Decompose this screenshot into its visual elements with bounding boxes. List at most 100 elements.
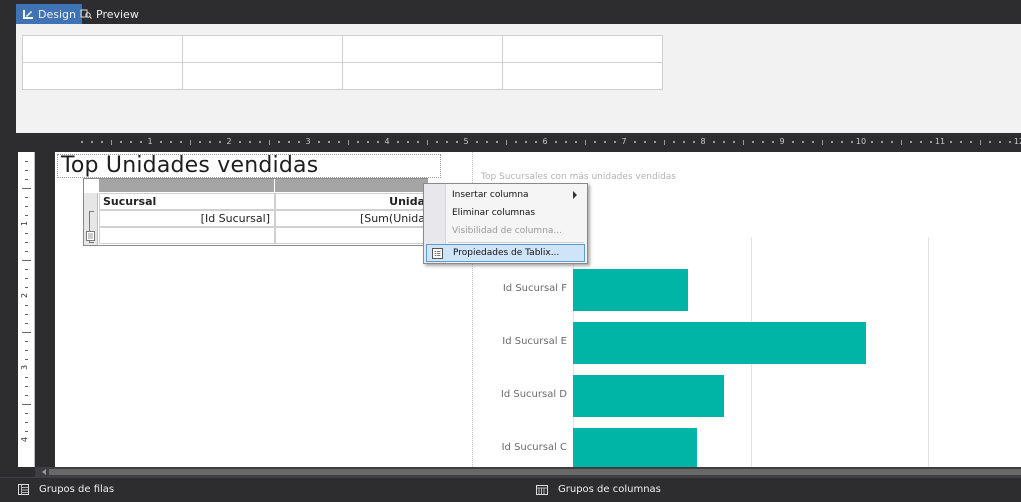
ruler-tick: [633, 141, 636, 143]
ruler-tick: [25, 431, 28, 432]
header-cell[interactable]: [502, 35, 663, 63]
scroll-left-arrow-icon[interactable]: [42, 469, 46, 475]
tab-design[interactable]: Design: [16, 4, 82, 24]
menu-item-delete-columns[interactable]: Eliminar columnas: [446, 204, 585, 222]
header-cell[interactable]: [342, 62, 503, 90]
ruler-tick: [851, 141, 854, 143]
ruler-tick: [110, 140, 112, 145]
ruler-number: 1: [147, 137, 153, 146]
header-table[interactable]: [22, 35, 663, 90]
chart-bar[interactable]: [573, 269, 689, 311]
tablix-total-cell[interactable]: [275, 227, 428, 244]
ruler-tick: [268, 140, 270, 145]
ruler-tick: [159, 141, 162, 143]
tablix-detail-cell[interactable]: [Sum(Unida: [275, 210, 428, 227]
ruler-tick: [25, 323, 28, 324]
ruler-tick: [732, 141, 735, 143]
ruler-tick: [752, 141, 755, 143]
context-menu[interactable]: Insertar columna Eliminar columnas Visib…: [423, 183, 588, 264]
tablix-header-cell[interactable]: Unida: [275, 193, 428, 210]
header-cell[interactable]: [182, 62, 343, 90]
chart-category-label: Id Sucursal F: [502, 283, 567, 294]
ruler-number: 8: [700, 137, 706, 146]
tablix-header-cell[interactable]: Sucursal: [99, 193, 275, 210]
ruler-tick: [219, 141, 222, 143]
ruler-tick: [25, 197, 28, 198]
ruler-tick: [999, 141, 1002, 143]
ruler-tick: [554, 141, 557, 143]
column-handle[interactable]: [275, 179, 428, 192]
chart-bar[interactable]: [573, 322, 866, 364]
report-title-textbox[interactable]: Top Unidades vendidas: [57, 153, 441, 178]
ruler-number: 5: [463, 137, 469, 146]
ruler-tick: [673, 141, 676, 143]
header-cell[interactable]: [22, 35, 183, 63]
ruler-tick: [25, 350, 28, 351]
ruler-tick: [515, 141, 518, 143]
page-header-canvas[interactable]: [16, 24, 1021, 133]
ruler-tick: [989, 141, 992, 143]
menu-item-label: Propiedades de Tablix...: [453, 248, 560, 258]
ruler-tick: [495, 141, 498, 143]
menu-item-label: Insertar columna: [452, 190, 529, 200]
row-groups-icon: [18, 484, 29, 495]
horizontal-scrollbar[interactable]: [35, 467, 1021, 477]
ruler-number: 2: [20, 292, 30, 299]
ruler-tick: [347, 140, 349, 145]
ruler-tick: [25, 206, 28, 207]
ruler-tick: [25, 341, 28, 342]
ruler-tick: [25, 305, 28, 306]
header-cell[interactable]: [502, 62, 663, 90]
tablix[interactable]: Sucursal Unida [Id Sucursal] [Sum(Unida: [83, 178, 428, 246]
ruler-tick: [979, 140, 981, 145]
tab-preview[interactable]: Preview: [74, 4, 145, 24]
submenu-arrow-icon: [573, 191, 577, 199]
ruler-tick: [643, 141, 646, 143]
ruler-tick: [831, 141, 834, 143]
ruler-tick: [377, 141, 380, 143]
ruler-number: 10: [855, 137, 867, 146]
menu-item-insert-column[interactable]: Insertar columna: [446, 186, 585, 204]
ruler-tick: [22, 332, 31, 333]
menu-separator: [448, 242, 584, 243]
scrollbar-thumb[interactable]: [49, 469, 1021, 475]
ruler-tick: [25, 359, 28, 360]
ruler-tick: [416, 141, 419, 143]
ruler-number: 4: [20, 436, 30, 443]
ruler-tick: [25, 287, 28, 288]
ruler-tick: [209, 141, 212, 143]
menu-item-tablix-properties[interactable]: Propiedades de Tablix...: [426, 244, 585, 262]
row-groups-pane[interactable]: Grupos de filas: [18, 484, 114, 495]
column-groups-pane[interactable]: Grupos de columnas: [536, 484, 661, 495]
ruler-tick: [772, 141, 775, 143]
ruler-tick: [890, 141, 893, 143]
chart-bar[interactable]: [573, 375, 724, 417]
ruler-tick: [910, 141, 913, 143]
ruler-tick: [1009, 141, 1012, 143]
view-tab-strip: Design Preview: [0, 0, 1021, 24]
ruler-tick: [25, 413, 28, 414]
header-cell[interactable]: [182, 35, 343, 63]
ruler-tick: [841, 141, 844, 143]
chart-bar[interactable]: [573, 428, 698, 467]
tablix-detail-cell[interactable]: [Id Sucursal]: [99, 210, 275, 227]
ruler-number: 9: [779, 137, 785, 146]
header-cell[interactable]: [22, 62, 183, 90]
menu-item-column-visibility[interactable]: Visibilidad de columna...: [446, 222, 585, 240]
ruler-tick: [959, 141, 962, 143]
ruler-tick: [594, 141, 597, 143]
ruler-tick: [25, 215, 28, 216]
ruler-tick: [120, 141, 123, 143]
ruler-number: 2: [226, 137, 232, 146]
chart-category-label: Id Sucursal E: [502, 336, 567, 347]
ruler-tick: [25, 269, 28, 270]
tablix-total-cell[interactable]: [99, 227, 275, 244]
header-cell[interactable]: [342, 35, 503, 63]
ruler-tick: [614, 141, 617, 143]
ruler-tick: [762, 141, 765, 143]
ruler-number: 6: [542, 137, 548, 146]
ruler-tick: [791, 141, 794, 143]
column-handle[interactable]: [99, 179, 274, 192]
ruler-tick: [367, 141, 370, 143]
ruler-tick: [436, 141, 439, 143]
